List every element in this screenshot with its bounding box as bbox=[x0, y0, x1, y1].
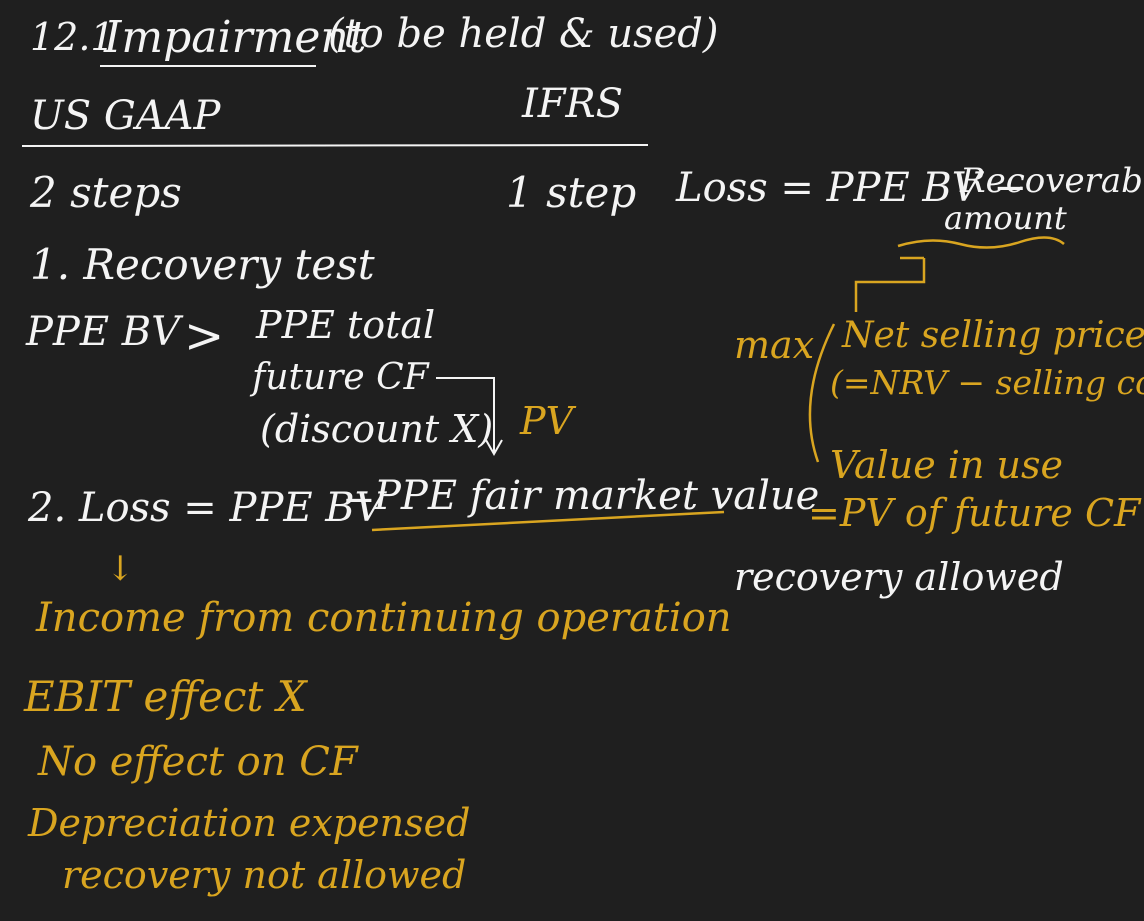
pv-note: PV bbox=[520, 399, 574, 443]
title-qualifier: (to be held & used) bbox=[328, 11, 719, 57]
ifrs-amount: amount bbox=[944, 199, 1067, 237]
effect-ebit: EBIT effect X bbox=[24, 672, 307, 721]
section-number: 12.1 bbox=[30, 15, 115, 59]
compare-rhs-line3: (discount X) bbox=[260, 407, 494, 451]
effect-recovery-not-allowed: recovery not allowed bbox=[62, 853, 467, 897]
value-in-use: Value in use bbox=[830, 443, 1063, 487]
compare-lhs: PPE BV bbox=[26, 309, 181, 355]
ifrs-recoverable: Recoverable bbox=[960, 161, 1144, 201]
header-divider bbox=[21, 144, 649, 147]
compare-rhs-line2: future CF bbox=[252, 357, 429, 398]
effect-no-cf: No effect on CF bbox=[38, 739, 358, 785]
us-gaap-steps: 2 steps bbox=[30, 168, 182, 217]
net-selling-price: Net selling price bbox=[842, 315, 1144, 356]
header-us-gaap: US GAAP bbox=[30, 93, 221, 139]
loss-down-arrow: ↓ bbox=[106, 549, 135, 589]
recovery-test: 1. Recovery test bbox=[30, 240, 375, 289]
loss-formula-dash: − bbox=[342, 477, 376, 523]
recovery-allowed: recovery allowed bbox=[734, 555, 1064, 599]
nrv-minus-selling-cost: (=NRV − selling cost) bbox=[830, 363, 1144, 402]
recoverable-underline bbox=[897, 236, 1065, 249]
effect-income-continuing: Income from continuing operation bbox=[36, 595, 732, 641]
handwritten-notes-canvas: 12.1 Impairment (to be held & used) US G… bbox=[0, 0, 1144, 921]
pv-of-future-cf: =PV of future CF bbox=[808, 491, 1141, 535]
compare-operator: > bbox=[184, 308, 225, 364]
recoverable-bracket bbox=[854, 258, 926, 312]
max-label: max bbox=[734, 323, 815, 367]
header-ifrs: IFRS bbox=[522, 81, 624, 127]
effect-depreciation: Depreciation expensed bbox=[28, 801, 471, 845]
loss-formula-rhs: PPE fair market value bbox=[374, 473, 820, 519]
loss-formula-lhs: 2. Loss = PPE BV bbox=[28, 485, 384, 531]
ifrs-steps: 1 step bbox=[506, 168, 637, 217]
compare-rhs-line1: PPE total bbox=[256, 303, 436, 347]
